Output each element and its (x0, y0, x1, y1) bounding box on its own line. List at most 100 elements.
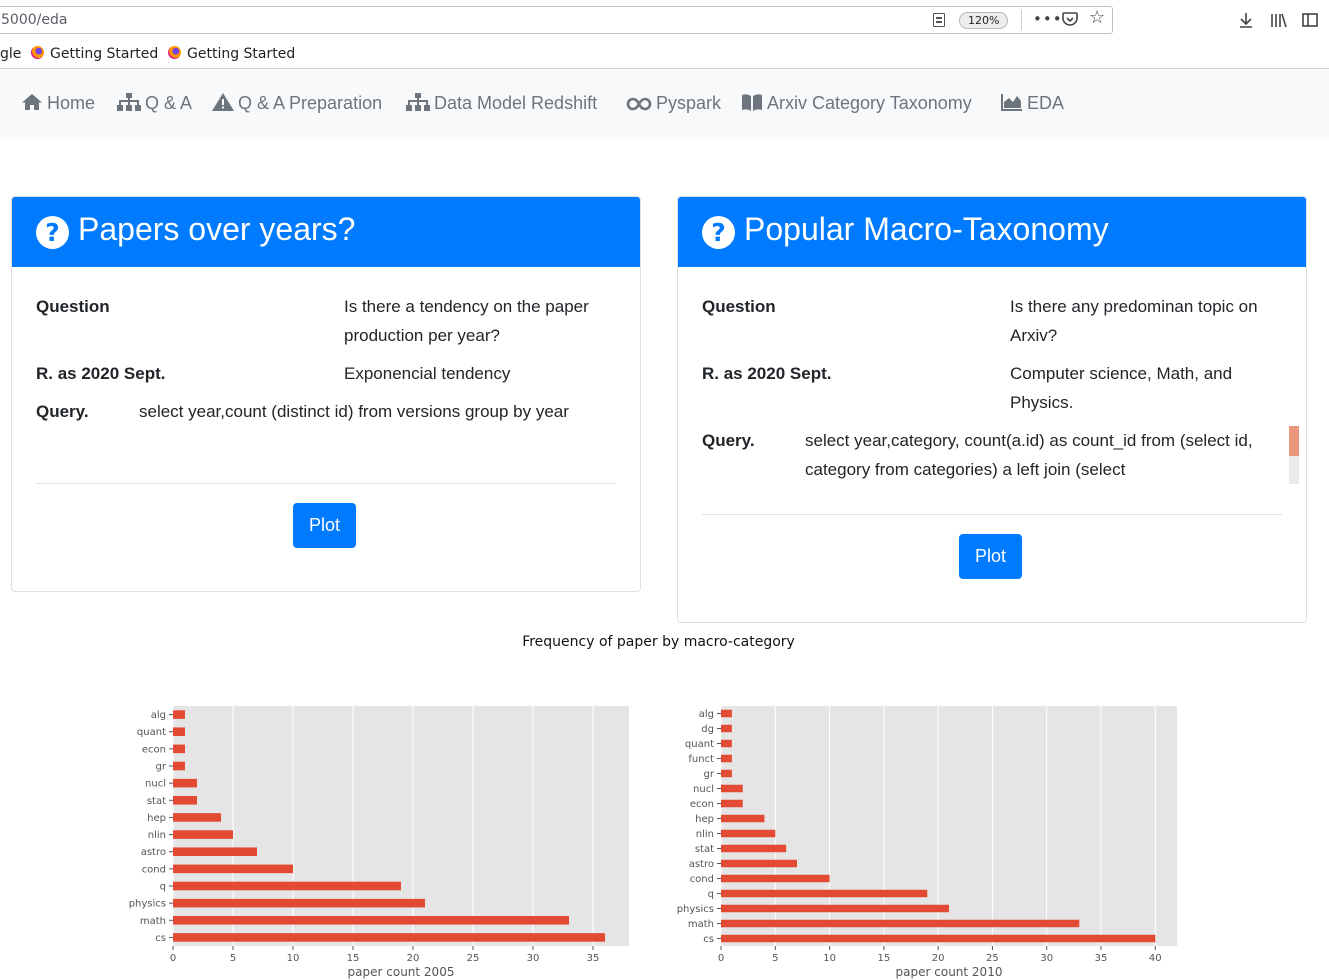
plot-button[interactable]: Plot (959, 534, 1023, 579)
pocket-icon[interactable] (1062, 12, 1078, 30)
y-tick-label: hep (147, 813, 166, 824)
x-tick-label: 30 (1040, 953, 1053, 964)
x-tick-label: 5 (230, 953, 236, 964)
result-text: Computer science, Math, and Physics. (1010, 364, 1233, 412)
y-tick-label: nlin (148, 830, 166, 841)
nav-arxiv-category-taxonomy[interactable]: Arxiv Category Taxonomy (741, 93, 972, 114)
x-tick-label: 35 (1095, 953, 1108, 964)
card-header: ? Papers over years? (12, 197, 640, 267)
bar-gr (173, 761, 185, 771)
firefox-icon (31, 46, 44, 59)
y-tick-label: econ (690, 799, 714, 810)
question-text: Is there any predominan topic on Arxiv? (1010, 297, 1258, 345)
x-tick-label: 10 (823, 953, 836, 964)
scrollbar-thumb[interactable] (1289, 426, 1299, 456)
x-axis-label: paper count 2010 (896, 965, 1003, 979)
bar-alg (173, 710, 185, 719)
card-popular-macro-taxonomy: ? Popular Macro-Taxonomy Question Is the… (677, 196, 1307, 623)
bar-physics (721, 904, 949, 913)
bar-econ (721, 799, 743, 808)
y-tick-label: q (708, 889, 714, 900)
card-divider (36, 483, 616, 484)
query-scrollbar[interactable] (1289, 426, 1299, 484)
y-tick-label: stat (147, 796, 166, 807)
y-tick-label: cs (703, 934, 714, 945)
y-tick-label: nlin (696, 829, 714, 840)
x-tick-label: 5 (772, 953, 778, 964)
bookmark-item[interactable]: Getting Started (168, 46, 295, 62)
x-tick-label: 15 (347, 953, 360, 964)
bar-hep (173, 813, 221, 822)
bar-cond (173, 864, 293, 874)
card-title: Papers over years? (78, 211, 356, 247)
bar-math (173, 916, 569, 925)
zoom-level-badge[interactable]: 120% (959, 12, 1009, 29)
y-tick-label: cs (155, 933, 166, 944)
bookmark-star-icon[interactable]: ☆ (1089, 9, 1105, 27)
plot-button[interactable]: Plot (293, 503, 357, 548)
y-tick-label: quant (685, 739, 714, 750)
bar-astro (721, 859, 797, 868)
area-chart-icon (1001, 94, 1022, 111)
query-scroll-area[interactable]: select year,category, count(a.id) as cou… (805, 426, 1275, 484)
bar-stat (721, 844, 787, 853)
nav-data-model-redshift[interactable]: Data Model Redshift (406, 93, 597, 114)
bar-quant (173, 727, 185, 736)
question-circle-icon: ? (36, 216, 69, 249)
bookmark-item[interactable]: gle (0, 46, 21, 62)
infinity-icon (626, 97, 652, 111)
reader-view-icon[interactable] (933, 13, 945, 27)
y-tick-label: gr (156, 762, 167, 773)
y-tick-label: math (688, 919, 714, 930)
nav-home[interactable]: Home (21, 93, 95, 114)
y-tick-label: physics (129, 899, 166, 910)
nav-pyspark[interactable]: Pyspark (626, 93, 721, 114)
nav-qa-preparation[interactable]: Q & A Preparation (212, 93, 382, 114)
card-papers-over-years: ? Papers over years? Question Is there a… (11, 196, 641, 592)
query-text: select year,category, count(a.id) as cou… (805, 431, 1253, 479)
query-label: Query. (36, 402, 89, 421)
sidebar-toggle-icon[interactable] (1302, 12, 1318, 31)
bar-chart-2005: 0 5 10 15 20 25 30 35 alg quant econ gr nucl stat hep n… (129, 706, 629, 979)
y-tick-label: cond (690, 874, 714, 885)
x-tick-label: 40 (1149, 953, 1162, 964)
bar-stat (173, 796, 197, 805)
question-label: Question (36, 297, 110, 316)
downloads-icon[interactable] (1238, 12, 1254, 31)
url-bar[interactable]: 5000/eda 120% ••• ☆ (0, 6, 1113, 34)
bar-physics (173, 898, 425, 908)
x-tick-label: 0 (718, 953, 724, 964)
bar-math (721, 919, 1080, 928)
bar-dg (721, 724, 732, 733)
nav-qa[interactable]: Q & A (117, 93, 192, 114)
bar-hep (721, 814, 765, 823)
library-icon[interactable] (1270, 12, 1288, 31)
x-tick-label: 35 (587, 953, 600, 964)
y-tick-label: q (160, 882, 166, 893)
app-navbar: Home Q & A Q & A Preparation Data Model … (0, 69, 1329, 137)
bar-cs (721, 934, 1156, 943)
y-tick-label: astro (141, 847, 166, 858)
y-tick-label: nucl (693, 784, 714, 795)
book-icon (742, 94, 762, 111)
bar-cond (721, 874, 830, 883)
y-tick-label: funct (688, 754, 714, 765)
url-text[interactable]: 5000/eda (1, 12, 67, 28)
x-tick-label: 25 (986, 953, 999, 964)
x-tick-label: 20 (932, 953, 945, 964)
bar-q (721, 889, 928, 898)
more-actions-icon[interactable]: ••• (1033, 11, 1063, 27)
bar-quant (721, 739, 732, 748)
bar-nucl (721, 784, 743, 793)
card-header: ? Popular Macro-Taxonomy (678, 197, 1306, 267)
y-tick-label: quant (137, 727, 166, 738)
bookmark-item[interactable]: Getting Started (31, 46, 158, 62)
bar-nlin (721, 829, 776, 838)
question-label: Question (702, 297, 776, 316)
y-tick-label: physics (677, 904, 714, 915)
y-tick-label: astro (689, 859, 714, 870)
nav-eda[interactable]: EDA (1001, 93, 1064, 114)
y-tick-label: gr (704, 769, 715, 780)
y-tick-label: cond (142, 864, 166, 875)
x-axis-label: paper count 2005 (348, 965, 455, 979)
